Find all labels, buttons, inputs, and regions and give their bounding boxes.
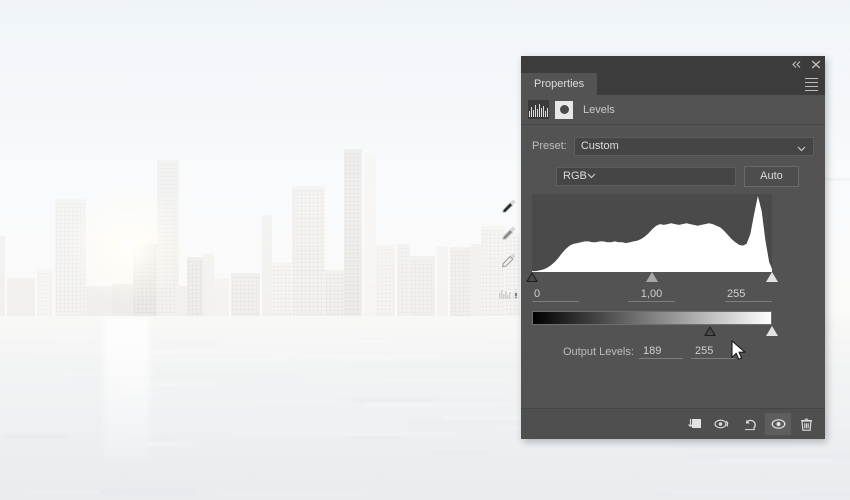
photo-water-streak <box>689 455 850 457</box>
photo-water-streak <box>660 494 850 496</box>
channel-select[interactable]: RGB <box>556 166 736 186</box>
photo-water-streak <box>30 491 99 493</box>
photo-water-streak <box>123 383 215 385</box>
preset-label: Preset: <box>532 140 567 152</box>
panel-footer <box>521 408 825 439</box>
input-highlight-slider[interactable] <box>766 272 778 282</box>
channel-value: RGB <box>563 170 587 182</box>
photo-water-streak <box>270 356 445 358</box>
photo-sun-reflection <box>104 318 150 458</box>
collapse-panel-icon[interactable] <box>791 60 802 69</box>
output-levels-sliders <box>532 326 778 339</box>
chevron-down-icon <box>587 170 596 182</box>
properties-panel: Properties Levels Preset: Custom RGB Aut… <box>499 56 825 439</box>
photo-water-streak <box>718 460 831 462</box>
preset-select[interactable]: Custom <box>573 136 814 156</box>
set-black-point-eyedropper-icon[interactable] <box>499 198 517 216</box>
clip-to-layer-button[interactable] <box>681 413 707 435</box>
photo-water-streak <box>33 351 179 353</box>
panel-titlebar <box>521 56 825 73</box>
chevron-down-icon <box>797 143 806 155</box>
adjustment-title: Levels <box>583 103 615 116</box>
output-black-slider[interactable] <box>704 326 716 336</box>
panel-tab-bar: Properties <box>521 73 825 95</box>
photo-water-streak <box>365 403 510 405</box>
photo-water-streak <box>354 399 501 401</box>
histogram-uncached-warning-icon[interactable] <box>499 287 523 301</box>
photo-water-streak <box>388 342 487 344</box>
input-levels-values: 0 1,00 255 <box>499 288 772 306</box>
auto-button[interactable]: Auto <box>744 165 799 187</box>
eyedropper-tools <box>499 198 517 270</box>
photo-water-streak <box>69 375 300 377</box>
input-shadow-field[interactable]: 0 <box>532 288 579 302</box>
set-gray-point-eyedropper-icon[interactable] <box>499 225 517 243</box>
photo-water-streak <box>2 436 70 438</box>
input-highlight-field[interactable]: 255 <box>725 288 772 302</box>
tab-properties[interactable]: Properties <box>521 73 598 95</box>
toggle-visibility-button[interactable] <box>765 413 791 435</box>
reset-button[interactable] <box>737 413 763 435</box>
levels-adjustment-icon <box>528 100 549 119</box>
levels-histogram[interactable] <box>532 194 772 272</box>
photo-water-streak <box>218 493 365 495</box>
photo-water-streak <box>230 433 455 435</box>
output-levels-label: Output Levels: <box>563 346 634 358</box>
photo-water-streak <box>434 452 489 454</box>
channel-row: RGB Auto <box>556 165 814 187</box>
output-white-field[interactable]: 255 <box>691 345 735 359</box>
photo-water-streak <box>137 358 289 360</box>
set-white-point-eyedropper-icon[interactable] <box>499 252 517 270</box>
view-previous-state-button[interactable] <box>709 413 735 435</box>
photo-water-streak <box>406 422 539 424</box>
close-icon[interactable] <box>811 60 821 69</box>
input-midtone-slider[interactable] <box>646 272 658 282</box>
input-shadow-slider[interactable] <box>526 272 538 282</box>
preset-value: Custom <box>580 140 619 152</box>
layer-mask-thumbnail[interactable] <box>555 100 573 119</box>
output-white-slider[interactable] <box>766 326 778 336</box>
adjustment-header: Levels <box>521 95 825 125</box>
panel-menu-icon[interactable] <box>805 78 818 94</box>
photo-water-streak <box>351 366 546 368</box>
photo-water-streak <box>54 336 90 338</box>
input-levels-sliders <box>526 272 778 286</box>
histogram-area <box>501 194 814 272</box>
photo-water-streak <box>353 334 547 336</box>
photo-water-streak <box>123 394 159 396</box>
auto-button-label: Auto <box>760 170 783 182</box>
tab-properties-label: Properties <box>534 78 585 90</box>
preset-row: Preset: Custom <box>532 136 814 156</box>
photo-water-streak <box>677 442 787 444</box>
photo-water-streak <box>383 379 511 381</box>
photo-water-streak <box>350 437 400 439</box>
photo-water-streak <box>219 340 386 342</box>
input-midtone-field[interactable]: 1,00 <box>628 288 675 302</box>
output-levels-values: Output Levels: 189 255 <box>532 345 772 363</box>
photo-water-streak <box>128 439 174 441</box>
photo-water-streak <box>97 490 195 492</box>
photo-water-streak <box>147 443 193 445</box>
output-black-field[interactable]: 189 <box>639 345 683 359</box>
output-levels-gradient <box>532 311 772 325</box>
delete-adjustment-button[interactable] <box>793 413 819 435</box>
photo-water-streak <box>182 386 214 388</box>
